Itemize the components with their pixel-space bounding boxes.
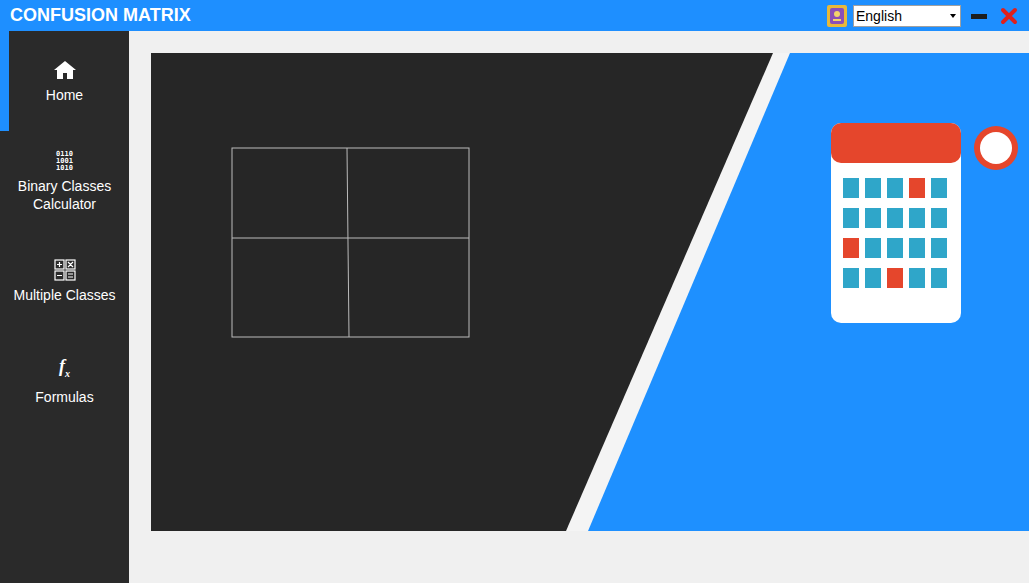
sidebar: Home 011010011010 Binary Classes Calculato… [0, 31, 129, 583]
language-value: English [856, 8, 902, 24]
sidebar-item-label: Binary Classes Calculator [4, 177, 125, 213]
window-controls: English [827, 4, 1021, 28]
banner-image [151, 53, 1029, 531]
sidebar-item-icon-wrap: 011010011010 [56, 149, 73, 173]
sidebar-item-label: Multiple Classes [14, 286, 116, 304]
sidebar-item-icon-wrap: fx [59, 356, 70, 384]
close-button[interactable] [997, 4, 1021, 28]
minimize-icon [970, 12, 988, 20]
home-icon [53, 59, 77, 81]
sidebar-item[interactable]: Home [0, 31, 129, 131]
main-body: Home 011010011010 Binary Classes Calculato… [0, 31, 1029, 583]
window-title: CONFUSION MATRIX [10, 5, 191, 26]
sidebar-item[interactable]: 011010011010 Binary Classes Calculator [0, 131, 129, 231]
sidebar-item-label: Formulas [35, 388, 93, 406]
language-select[interactable]: English [853, 5, 961, 27]
sidebar-item[interactable]: Multiple Classes [0, 231, 129, 331]
binary-icon: 011010011010 [56, 151, 73, 172]
content-area [129, 31, 1029, 583]
sidebar-item-icon-wrap [53, 58, 77, 82]
sidebar-item[interactable]: fx Formulas [0, 331, 129, 431]
app-window: CONFUSION MATRIX English Home 011010011010 B… [0, 0, 1029, 583]
formula-icon: fx [59, 356, 70, 384]
language-icon [827, 5, 847, 27]
title-bar: CONFUSION MATRIX English [0, 0, 1029, 31]
close-icon [1000, 7, 1018, 25]
dropdown-arrow-icon [949, 13, 957, 19]
minimize-button[interactable] [967, 4, 991, 28]
sidebar-item-label: Home [46, 86, 83, 104]
sidebar-item-icon-wrap [53, 258, 77, 282]
grid-icon [53, 258, 77, 282]
